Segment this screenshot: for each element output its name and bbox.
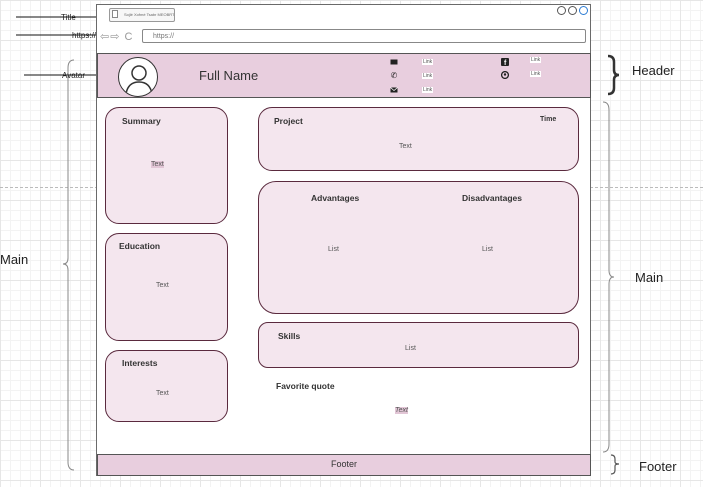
summary-title: Summary [122,116,161,126]
navigation-buttons[interactable]: ⇦⇨ C [100,30,133,43]
annotation-main-left: Main [0,252,29,267]
avatar [118,57,158,97]
close-button[interactable] [579,6,588,15]
project-panel [258,107,579,171]
github-icon [500,70,510,80]
skills-title: Skills [278,331,301,341]
url-bar[interactable]: https:// [142,29,586,43]
phone-link[interactable]: Link [422,73,434,79]
email-icon [390,58,398,66]
disadvantages-list: List [482,246,493,253]
project-time: Time [540,116,557,123]
annotation-https: https:// [72,31,97,40]
skills-list: List [405,345,416,352]
education-title: Education [119,241,161,251]
interests-text: Text [156,390,169,397]
facebook-icon: f [501,58,509,67]
education-text: Text [156,282,169,289]
browser-tab[interactable]: Sojlé Xofmé Tsabr MEOBRT [109,8,175,22]
interests-title: Interests [122,358,158,368]
advantages-panel [258,181,579,314]
project-title: Project [274,116,303,126]
email-link[interactable]: Link [422,59,434,65]
page-icon [112,10,118,18]
mail-link[interactable]: Link [422,87,434,93]
annotation-main-right: Main [635,270,664,285]
phone-icon: ✆ [390,71,398,80]
advantages-title: Advantages [311,193,360,203]
summary-text: Text [151,161,164,168]
advantages-list: List [328,246,339,253]
full-name: Full Name [199,68,259,83]
project-text: Text [399,143,412,150]
facebook-link[interactable]: Link [530,57,542,63]
quote-text: Text [395,407,408,414]
quote-title: Favorite quote [276,381,335,391]
user-icon [125,65,153,95]
resume-header [97,53,591,98]
mail-icon [390,86,398,94]
annotation-avatar: Avatar [62,71,85,80]
annotation-footer: Footer [639,459,677,474]
maximize-button[interactable] [568,6,577,15]
github-link[interactable]: Link [530,71,542,77]
annotation-title: Title [61,13,76,22]
resume-footer: Footer [97,454,591,476]
disadvantages-title: Disadvantages [462,193,522,203]
annotation-header: Header [632,63,675,78]
skills-panel [258,322,579,368]
minimize-button[interactable] [557,6,566,15]
